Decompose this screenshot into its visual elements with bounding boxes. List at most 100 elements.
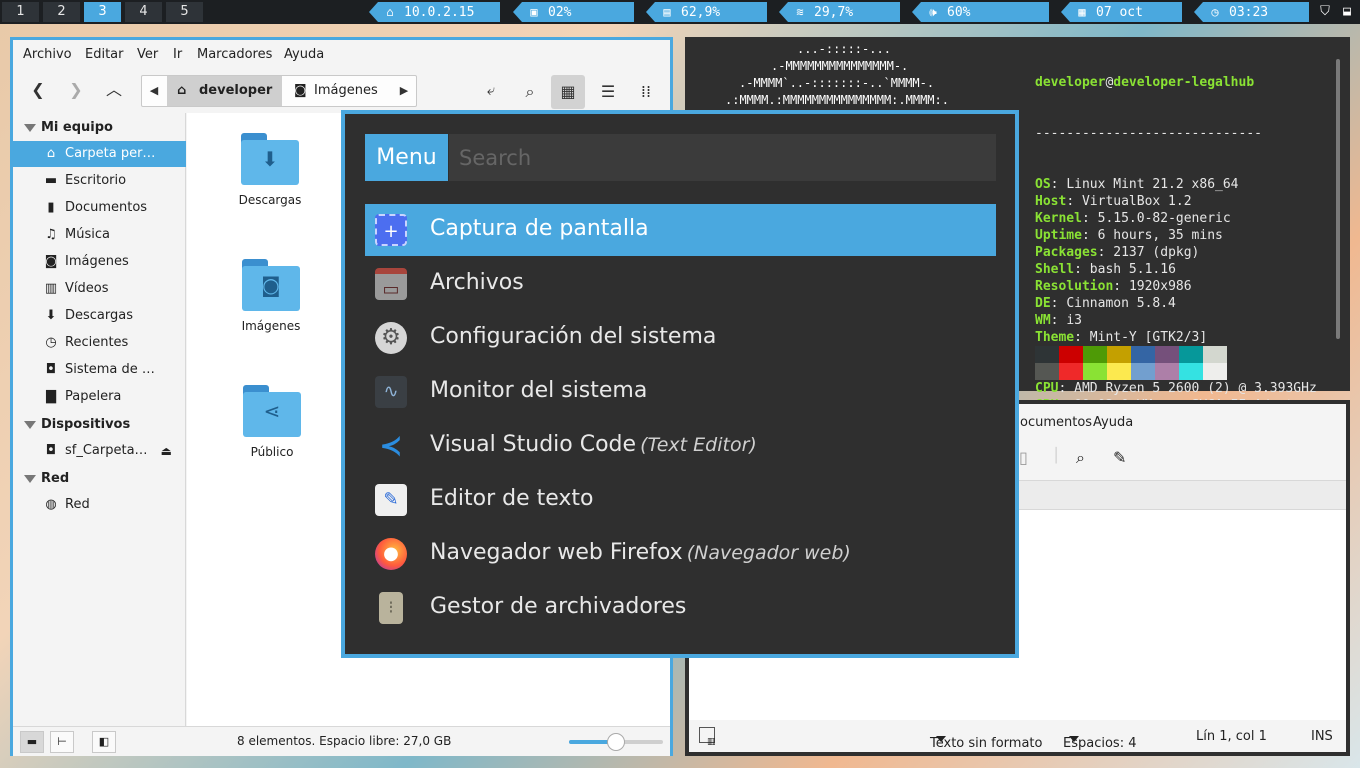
sidebar-item-label: Documentos (65, 200, 148, 215)
sidebar-item-pictures[interactable]: ◙ Imágenes (13, 249, 186, 275)
sidebar-item-music[interactable]: ♫ Música (13, 222, 186, 248)
terminal-scrollbar[interactable] (1336, 59, 1340, 339)
search-button[interactable]: ⌕ (1076, 448, 1085, 468)
menu-item-archivos[interactable]: ▭ Archivos (365, 258, 996, 310)
path-scroll-right-button[interactable]: ▶ (392, 76, 416, 106)
sidebar-item-downloads[interactable]: ⬇ Descargas (13, 303, 186, 329)
sidebar-item-filesystem[interactable]: ◘ Sistema de … (13, 357, 186, 383)
menu-archivo[interactable]: Archivo (23, 47, 72, 62)
ascii-line: ...-:::::-... (797, 42, 891, 56)
file-item-publico[interactable]: ⋖ Público (217, 385, 327, 459)
menu-item-vscode[interactable]: ≺ Visual Studio Code (Text Editor) (365, 420, 996, 472)
zoom-slider-handle[interactable] (607, 733, 625, 751)
menu-ir[interactable]: Ir (173, 47, 182, 62)
hide-sidebar-button[interactable]: ◧ (92, 731, 116, 753)
menu-item-monitor[interactable]: ∿ Monitor del sistema (365, 366, 996, 418)
icon-view-button[interactable]: ▦ (551, 75, 585, 109)
file-item-descargas[interactable]: ⬇ Descargas (215, 133, 325, 207)
info-key: Shell (1035, 262, 1075, 277)
back-button[interactable]: ❮ (23, 75, 53, 105)
up-button[interactable]: ︿ (99, 75, 129, 105)
network-ip: 10.0.2.15 (404, 5, 475, 20)
sidebar-item-trash[interactable]: ▇ Papelera (13, 384, 186, 410)
file-item-label: Imágenes (241, 319, 301, 333)
updates-icon[interactable]: ⬓ (1338, 3, 1356, 21)
info-line: Packages: 2137 (dpkg) (1035, 244, 1317, 261)
workspace-2-button[interactable]: 2 (43, 2, 80, 22)
workspace-3-button[interactable]: 3 (84, 2, 121, 22)
sidebar-item-videos[interactable]: ▥ Vídeos (13, 276, 186, 302)
color-swatch (1131, 363, 1155, 380)
menu-item-archivadores[interactable]: ⁝ Gestor de archivadores (365, 582, 996, 634)
sidebar-item-home[interactable]: ⌂ Carpeta per… (13, 141, 186, 167)
show-tree-button[interactable]: ⊢ (50, 731, 74, 753)
ascii-line: .-MMMMMMMMMMMMMMM-. (771, 59, 909, 73)
sidebar-section-red[interactable]: Red (13, 469, 69, 489)
sidebar-item-shared-folder[interactable]: ◘ sf_Carpeta… ⏏ (13, 438, 186, 464)
menu-item-label: Editor de texto (430, 486, 594, 511)
workspace-4-button[interactable]: 4 (125, 2, 162, 22)
sidebar-item-label: Papelera (65, 389, 122, 404)
camera-icon: ◙ (294, 83, 307, 98)
file-item-label: Público (250, 445, 294, 459)
menu-item-configuracion[interactable]: ⚙ Configuración del sistema (365, 312, 996, 364)
forward-button[interactable]: ❯ (61, 75, 91, 105)
search-input[interactable] (449, 134, 996, 181)
menu-documentos[interactable]: ocumentos (1020, 415, 1092, 430)
menu-item-label: Monitor del sistema (430, 378, 648, 403)
info-line: WM: i3 (1035, 312, 1317, 329)
menu-ayuda[interactable]: Ayuda (1093, 415, 1133, 430)
time-text: 03:23 (1229, 5, 1269, 20)
compact-view-button[interactable]: ⁞⁞ (629, 75, 663, 109)
sidebar-item-label: sf_Carpeta… (65, 443, 148, 458)
show-places-button[interactable]: ▬ (20, 731, 44, 753)
sidebar-section-dispositivos[interactable]: Dispositivos (13, 415, 130, 435)
sidebar-section-mi-equipo[interactable]: Mi equipo (13, 118, 113, 138)
path-images-button[interactable]: ◙ Imágenes (284, 76, 392, 106)
user-host-line: developer@developer-legalhub (1035, 74, 1317, 91)
toggle-location-button[interactable]: ⤶ (476, 75, 506, 105)
cursor-position[interactable]: Lín 1, col 1 (1196, 729, 1267, 744)
path-scroll-left-button[interactable]: ◀ (142, 76, 166, 106)
menu-marcadores[interactable]: Marcadores (197, 47, 272, 62)
disk-usage: 29,7% (814, 5, 854, 20)
menu-ver[interactable]: Ver (137, 47, 158, 62)
sidebar-item-label: Carpeta per… (65, 146, 156, 161)
shield-icon[interactable]: ⛉ (1316, 3, 1334, 21)
menu-item-label: Gestor de archivadores (430, 594, 687, 619)
menu-editar[interactable]: Editar (85, 47, 124, 62)
firefox-icon: ● (375, 538, 407, 570)
workspace-1-button[interactable]: 1 (2, 2, 39, 22)
list-view-button[interactable]: ☰ (591, 75, 625, 109)
ram-usage: 62,9% (681, 5, 721, 20)
paste-icon[interactable]: ▯ (1019, 448, 1028, 467)
info-colon: : (1050, 177, 1067, 192)
path-home-button[interactable]: ⌂ developer (167, 76, 282, 106)
zoom-slider[interactable] (569, 733, 663, 751)
menu-item-editor[interactable]: ✎ Editor de texto (365, 474, 996, 526)
ascii-logo: ...-:::::-... .-MMMMMMMMMMMMMMM-. .-MMMM`.… (725, 41, 949, 109)
cpu-usage: 02% (548, 5, 572, 20)
sidebar-item-documents[interactable]: ▮ Documentos (13, 195, 186, 221)
file-item-imagenes[interactable]: ◙ Imágenes (216, 259, 326, 333)
menu-item-captura[interactable]: + Captura de pantalla (365, 204, 996, 256)
info-value: 2137 (dpkg) (1113, 245, 1200, 260)
replace-button[interactable]: ✎ (1113, 448, 1126, 467)
search-button[interactable]: ⌕ (513, 75, 547, 109)
volume-status[interactable]: 🕪 60% (912, 2, 1049, 22)
info-key: Host (1035, 194, 1067, 209)
folder-icon: ▬ (26, 735, 38, 748)
info-line: Theme: Mint-Y [GTK2/3] (1035, 329, 1317, 346)
sidebar-item-network[interactable]: ◍ Red (13, 492, 186, 518)
menu-ayuda[interactable]: Ayuda (284, 47, 324, 62)
workspace-5-button[interactable]: 5 (166, 2, 203, 22)
info-line: Kernel: 5.15.0-82-generic (1035, 210, 1317, 227)
info-key: DE (1035, 296, 1051, 311)
eject-icon[interactable]: ⏏ (161, 438, 172, 464)
sidebar-item-desktop[interactable]: ▬ Escritorio (13, 168, 186, 194)
tree-icon: ⊢ (57, 735, 67, 748)
menu-item-firefox[interactable]: ● Navegador web Firefox (Navegador web) (365, 528, 996, 580)
side-panel-button[interactable]: ▥ (699, 727, 716, 747)
menu-item-label: Archivos (430, 270, 524, 295)
sidebar-item-recent[interactable]: ◷ Recientes (13, 330, 186, 356)
